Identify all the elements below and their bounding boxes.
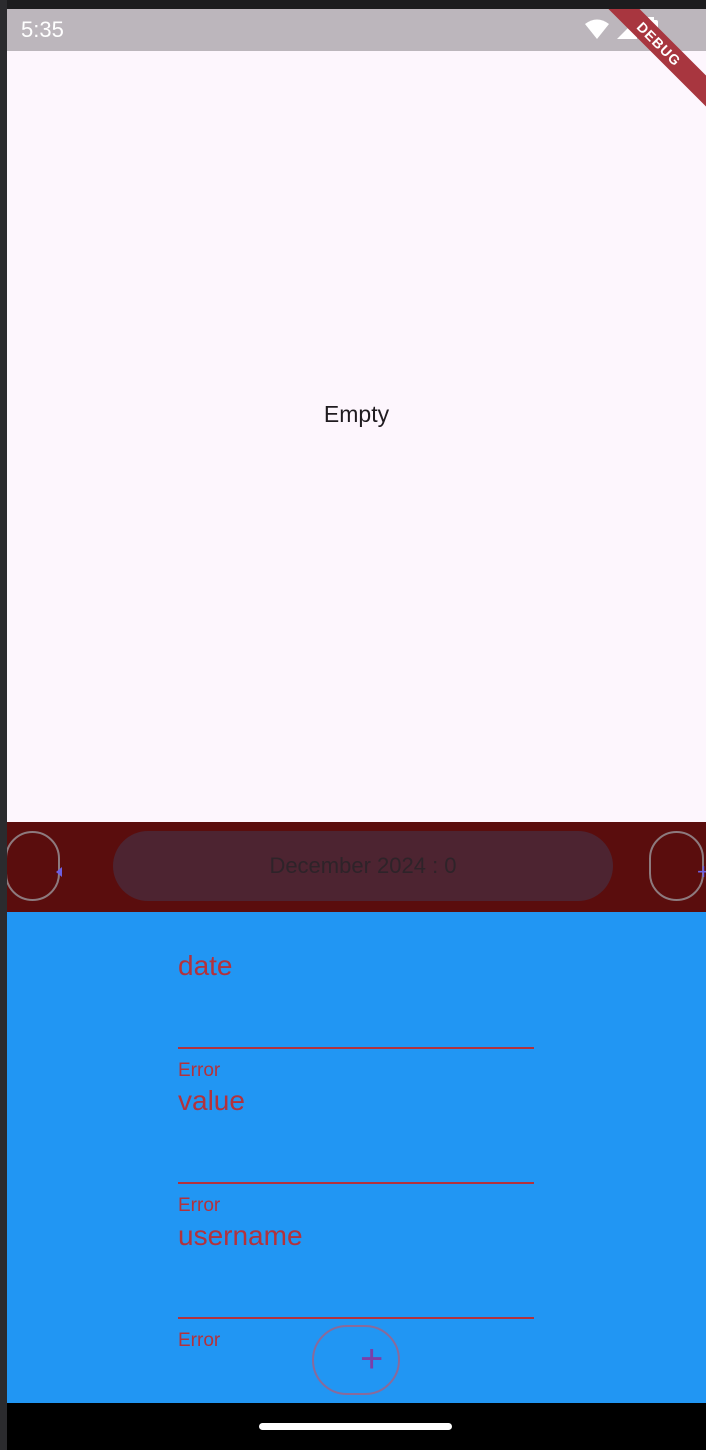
plus-icon: + [360,1337,384,1381]
value-field-error: Error [178,1195,221,1216]
date-field[interactable]: date Error [178,950,534,1081]
month-navigation-bar: December 2024 : 0 + [7,822,706,912]
value-field-underline [178,1182,534,1184]
empty-state-text: Empty [323,401,390,427]
username-field-label: username [178,1220,303,1251]
device-frame-left [0,0,7,1450]
username-field-underline [178,1317,534,1319]
value-field[interactable]: value Error [178,1085,534,1216]
next-month-button[interactable]: + [649,831,706,901]
chevron-right-icon: + [697,859,706,884]
system-navigation-bar [7,1403,706,1450]
value-field-label: value [178,1085,245,1116]
username-field[interactable]: username Error [178,1220,534,1351]
month-label[interactable]: December 2024 : 0 [113,831,613,901]
chevron-left-icon [56,867,62,877]
add-entry-button[interactable]: + [312,1325,400,1395]
status-bar: 5:35 [7,9,706,51]
date-field-label: date [178,950,233,981]
previous-month-button[interactable] [7,831,62,901]
wifi-icon [585,19,609,39]
date-field-error: Error [178,1060,221,1081]
app-screen: 5:35 DEBUG Empty December 2024 : 0 + dat… [7,9,706,1403]
home-indicator[interactable] [259,1423,452,1430]
entry-form: date Error value Error username Error + [7,912,706,1403]
date-field-underline [178,1047,534,1049]
status-time: 5:35 [21,17,64,42]
device-frame-top [0,0,706,9]
username-field-error: Error [178,1330,221,1351]
